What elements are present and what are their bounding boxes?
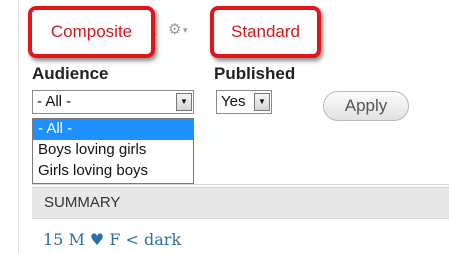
- standard-callout-label: Standard: [231, 22, 300, 41]
- published-select-value: Yes: [221, 93, 246, 110]
- audience-option-boys-loving-girls[interactable]: Boys loving girls: [33, 140, 193, 161]
- left-divider: [18, 0, 19, 253]
- table-header-summary[interactable]: SUMMARY: [32, 187, 449, 219]
- dropdown-arrow-icon[interactable]: ▼: [176, 93, 192, 111]
- summary-column-label: SUMMARY: [44, 194, 121, 211]
- gear-icon[interactable]: ⚙: [168, 20, 181, 38]
- audience-option-all[interactable]: - All -: [33, 119, 193, 140]
- chevron-down-icon[interactable]: ▾: [183, 26, 188, 36]
- audience-dropdown-list[interactable]: - All - Boys loving girls Girls loving b…: [32, 118, 194, 184]
- table-row-link[interactable]: 15 M ♥ F < dark: [43, 230, 181, 249]
- audience-option-girls-loving-boys[interactable]: Girls loving boys: [33, 161, 193, 182]
- apply-button[interactable]: Apply: [323, 91, 409, 121]
- composite-callout-label: Composite: [50, 22, 133, 41]
- published-select[interactable]: Yes ▼: [216, 90, 272, 114]
- audience-select[interactable]: - All - ▼: [32, 90, 194, 114]
- divider: [32, 184, 449, 185]
- composite-callout: Composite: [28, 6, 155, 58]
- published-label: Published: [214, 64, 296, 83]
- dropdown-arrow-icon[interactable]: ▼: [254, 93, 270, 111]
- audience-label: Audience: [32, 64, 109, 83]
- audience-select-value: - All -: [37, 93, 72, 110]
- standard-callout: Standard: [210, 6, 321, 58]
